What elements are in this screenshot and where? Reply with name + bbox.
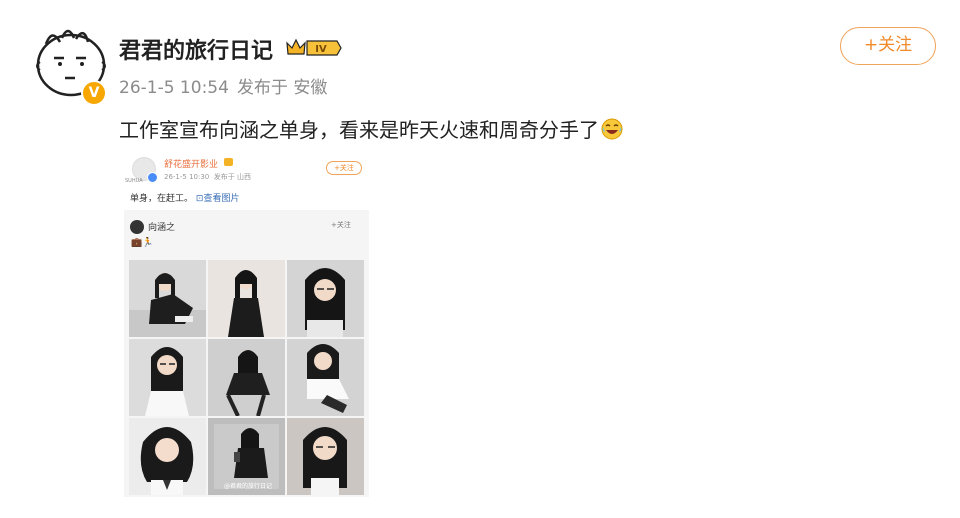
post-username[interactable]: 君君的旅行日记: [119, 33, 273, 65]
post-timestamp: 26-1-5 10:54: [119, 78, 229, 98]
card-follow-button: +关注: [331, 221, 351, 229]
embedded-text-content: 单身，在赶工。: [130, 194, 194, 204]
embedded-text: 单身，在赶工。 ⊡查看图片: [130, 191, 239, 204]
embedded-username: 舒花盛开影业: [164, 160, 219, 170]
embedded-verified-icon: [147, 172, 158, 183]
embedded-card: 向涵之 +关注 💼🏃 @君君的旅行日记: [124, 210, 369, 497]
embedded-screenshot-image[interactable]: SUHUA 舒花盛开影业 26-1-5 10:30 发布于 山西 +关注 单身，…: [120, 152, 374, 497]
card-username: 向涵之: [148, 223, 176, 233]
card-emoji-line: 💼🏃: [131, 238, 154, 248]
photo-9[interactable]: [287, 418, 364, 495]
level-badge-text: IV: [315, 44, 327, 55]
card-avatar: [130, 220, 144, 234]
photo-2[interactable]: [208, 260, 285, 337]
verified-badge-icon: V: [81, 80, 107, 106]
post-meta: 26-1-5 10:54 发布于 安徽: [119, 73, 335, 98]
photo-6[interactable]: [287, 339, 364, 416]
embedded-source: 发布于 山西: [213, 173, 251, 181]
embedded-view-images-link: 查看图片: [203, 194, 240, 204]
photo-4[interactable]: [129, 339, 206, 416]
photo-5[interactable]: [208, 339, 285, 416]
post-text-content: 工作室宣布向涵之单身，看来是昨天火速和周奇分手了: [119, 118, 599, 142]
crown-level-badge-icon: IV: [286, 38, 342, 56]
post-text: 工作室宣布向涵之单身，看来是昨天火速和周奇分手了: [119, 114, 623, 143]
photo-grid: [129, 260, 364, 495]
embedded-logo-text: SUHUA: [125, 178, 143, 184]
embedded-meta: 26-1-5 10:30 发布于 山西: [164, 172, 251, 182]
photo-1[interactable]: [129, 260, 206, 337]
post-source: 发布于 安徽: [236, 78, 328, 98]
photo-7[interactable]: [129, 418, 206, 495]
laughing-emoji-icon: [601, 118, 623, 140]
embedded-follow-button: +关注: [326, 161, 362, 175]
embedded-timestamp: 26-1-5 10:30: [164, 173, 210, 181]
embedded-crown-icon: [224, 158, 233, 166]
photo-3[interactable]: [287, 260, 364, 337]
photo-watermark: @君君的旅行日记: [224, 483, 273, 490]
follow-button[interactable]: +关注: [840, 27, 936, 65]
